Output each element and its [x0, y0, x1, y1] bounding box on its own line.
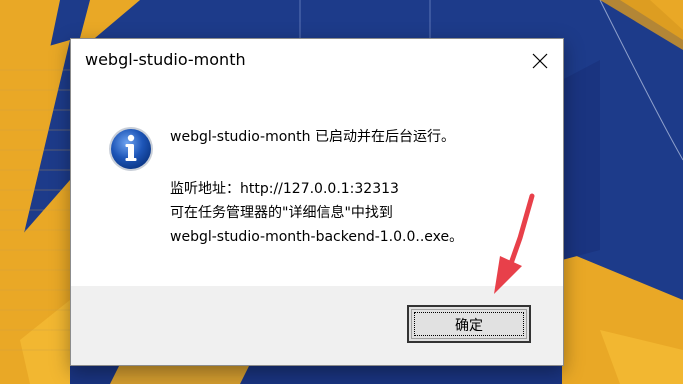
desktop: webgl-studio-month webgl-studio-month 已启… — [0, 0, 683, 384]
close-button[interactable] — [523, 45, 557, 77]
message-text-hint: 可在任务管理器的"详细信息"中找到 — [170, 205, 393, 221]
ok-button-label: 确定 — [455, 318, 483, 334]
dialog-content: webgl-studio-month 已启动并在后台运行。 监听地址：http:… — [71, 83, 563, 286]
info-icon — [109, 127, 153, 171]
message-dialog: webgl-studio-month webgl-studio-month 已启… — [70, 38, 564, 366]
dialog-title: webgl-studio-month — [85, 50, 246, 69]
ok-button[interactable]: 确定 — [407, 305, 531, 343]
dialog-footer: 确定 — [71, 286, 563, 365]
message-text-exe: webgl-studio-month-backend-1.0.0..exe。 — [170, 229, 464, 245]
dialog-titlebar[interactable]: webgl-studio-month — [71, 39, 563, 83]
close-icon — [532, 53, 548, 69]
message-text-address: 监听地址：http://127.0.0.1:32313 — [170, 181, 399, 197]
message-text-main: webgl-studio-month 已启动并在后台运行。 — [170, 129, 455, 145]
